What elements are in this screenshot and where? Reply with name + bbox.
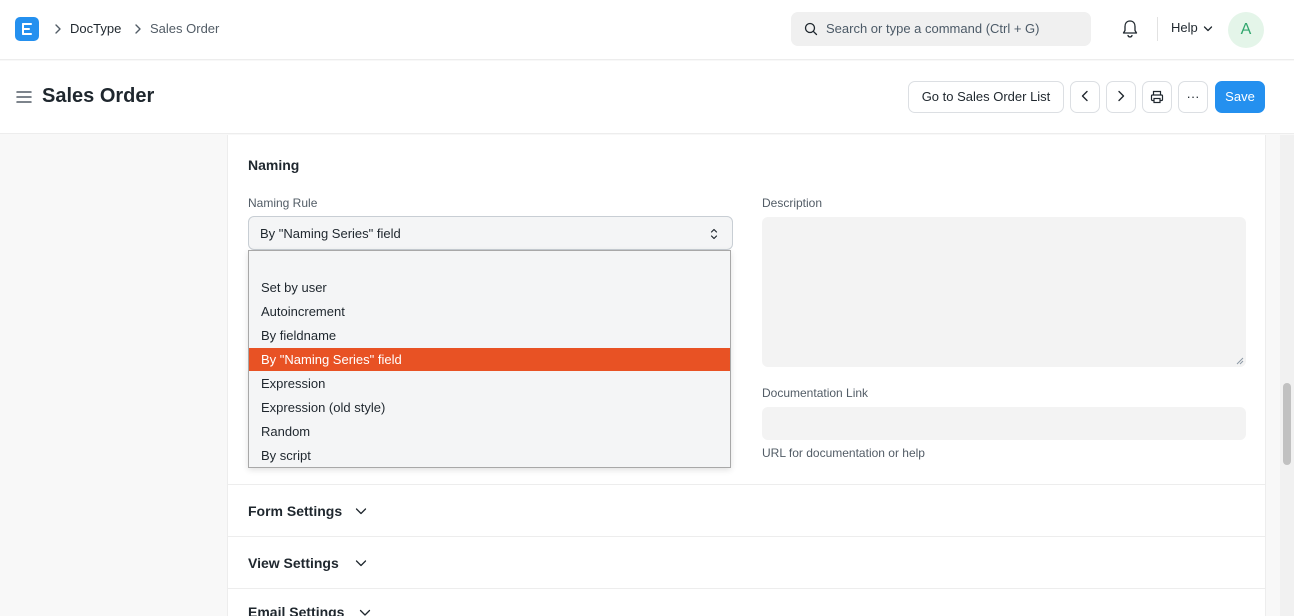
next-doc-button[interactable] (1106, 81, 1136, 113)
select-caret-icon (710, 228, 718, 240)
description-label: Description (762, 196, 823, 210)
documentation-link-input[interactable] (762, 407, 1246, 440)
naming-rule-select[interactable]: By "Naming Series" field (248, 216, 733, 250)
section-title-naming: Naming (248, 157, 300, 173)
navbar: DocType Sales Order Search or type a com… (0, 0, 1294, 60)
page-head: Sales Order Go to Sales Order List ··· S… (0, 61, 1294, 134)
option-by-fieldname[interactable]: By fieldname (249, 324, 730, 347)
sidebar-toggle-icon[interactable] (16, 90, 32, 104)
help-menu[interactable]: Help (1171, 20, 1198, 35)
option-set-by-user[interactable]: Set by user (249, 276, 730, 299)
documentation-link-help: URL for documentation or help (762, 446, 925, 460)
naming-rule-options: Set by user Autoincrement By fieldname B… (248, 250, 731, 468)
chevron-right-icon (135, 24, 141, 34)
printer-icon (1150, 90, 1164, 104)
chevron-right-icon (55, 24, 61, 34)
previous-doc-button[interactable] (1070, 81, 1100, 113)
section-view-settings[interactable]: View Settings (248, 555, 339, 571)
more-actions-button[interactable]: ··· (1178, 81, 1208, 113)
section-form-settings[interactable]: Form Settings (248, 503, 342, 519)
option-autoincrement[interactable]: Autoincrement (249, 300, 730, 323)
print-button[interactable] (1142, 81, 1172, 113)
go-to-list-button[interactable]: Go to Sales Order List (908, 81, 1064, 113)
naming-rule-value: By "Naming Series" field (260, 226, 401, 241)
section-divider (228, 536, 1265, 537)
navbar-divider (1157, 17, 1158, 41)
section-divider (228, 588, 1265, 589)
page-scrollbar[interactable] (1280, 135, 1294, 616)
section-divider (228, 484, 1265, 485)
option-by-naming-series[interactable]: By "Naming Series" field (249, 348, 730, 371)
documentation-link-label: Documentation Link (762, 386, 869, 400)
resize-handle-icon[interactable] (1236, 357, 1244, 365)
description-textarea[interactable] (762, 217, 1246, 367)
search-icon (804, 22, 818, 36)
naming-rule-label: Naming Rule (248, 196, 318, 210)
notification-bell-icon[interactable] (1121, 19, 1139, 39)
save-button[interactable]: Save (1215, 81, 1265, 113)
page-title: Sales Order (42, 85, 155, 107)
chevron-down-icon[interactable] (355, 559, 367, 567)
option-expression[interactable]: Expression (249, 372, 730, 395)
section-email-settings[interactable]: Email Settings (248, 604, 344, 616)
option-by-script[interactable]: By script (249, 444, 730, 467)
option-expression-old-style[interactable]: Expression (old style) (249, 396, 730, 419)
chevron-down-icon[interactable] (1203, 25, 1213, 33)
search-placeholder: Search or type a command (Ctrl + G) (826, 21, 1040, 36)
option-random[interactable]: Random (249, 420, 730, 443)
chevron-down-icon[interactable] (359, 609, 371, 616)
breadcrumb-sales-order[interactable]: Sales Order (150, 20, 219, 37)
chevron-left-icon (1081, 90, 1088, 102)
search-bar[interactable]: Search or type a command (Ctrl + G) (791, 12, 1091, 46)
app-logo[interactable] (15, 17, 39, 41)
breadcrumb-doctype[interactable]: DocType (70, 20, 121, 37)
scrollbar-thumb[interactable] (1283, 383, 1291, 465)
chevron-down-icon[interactable] (355, 507, 367, 515)
chevron-right-icon (1118, 90, 1125, 102)
user-avatar[interactable]: A (1228, 12, 1264, 48)
